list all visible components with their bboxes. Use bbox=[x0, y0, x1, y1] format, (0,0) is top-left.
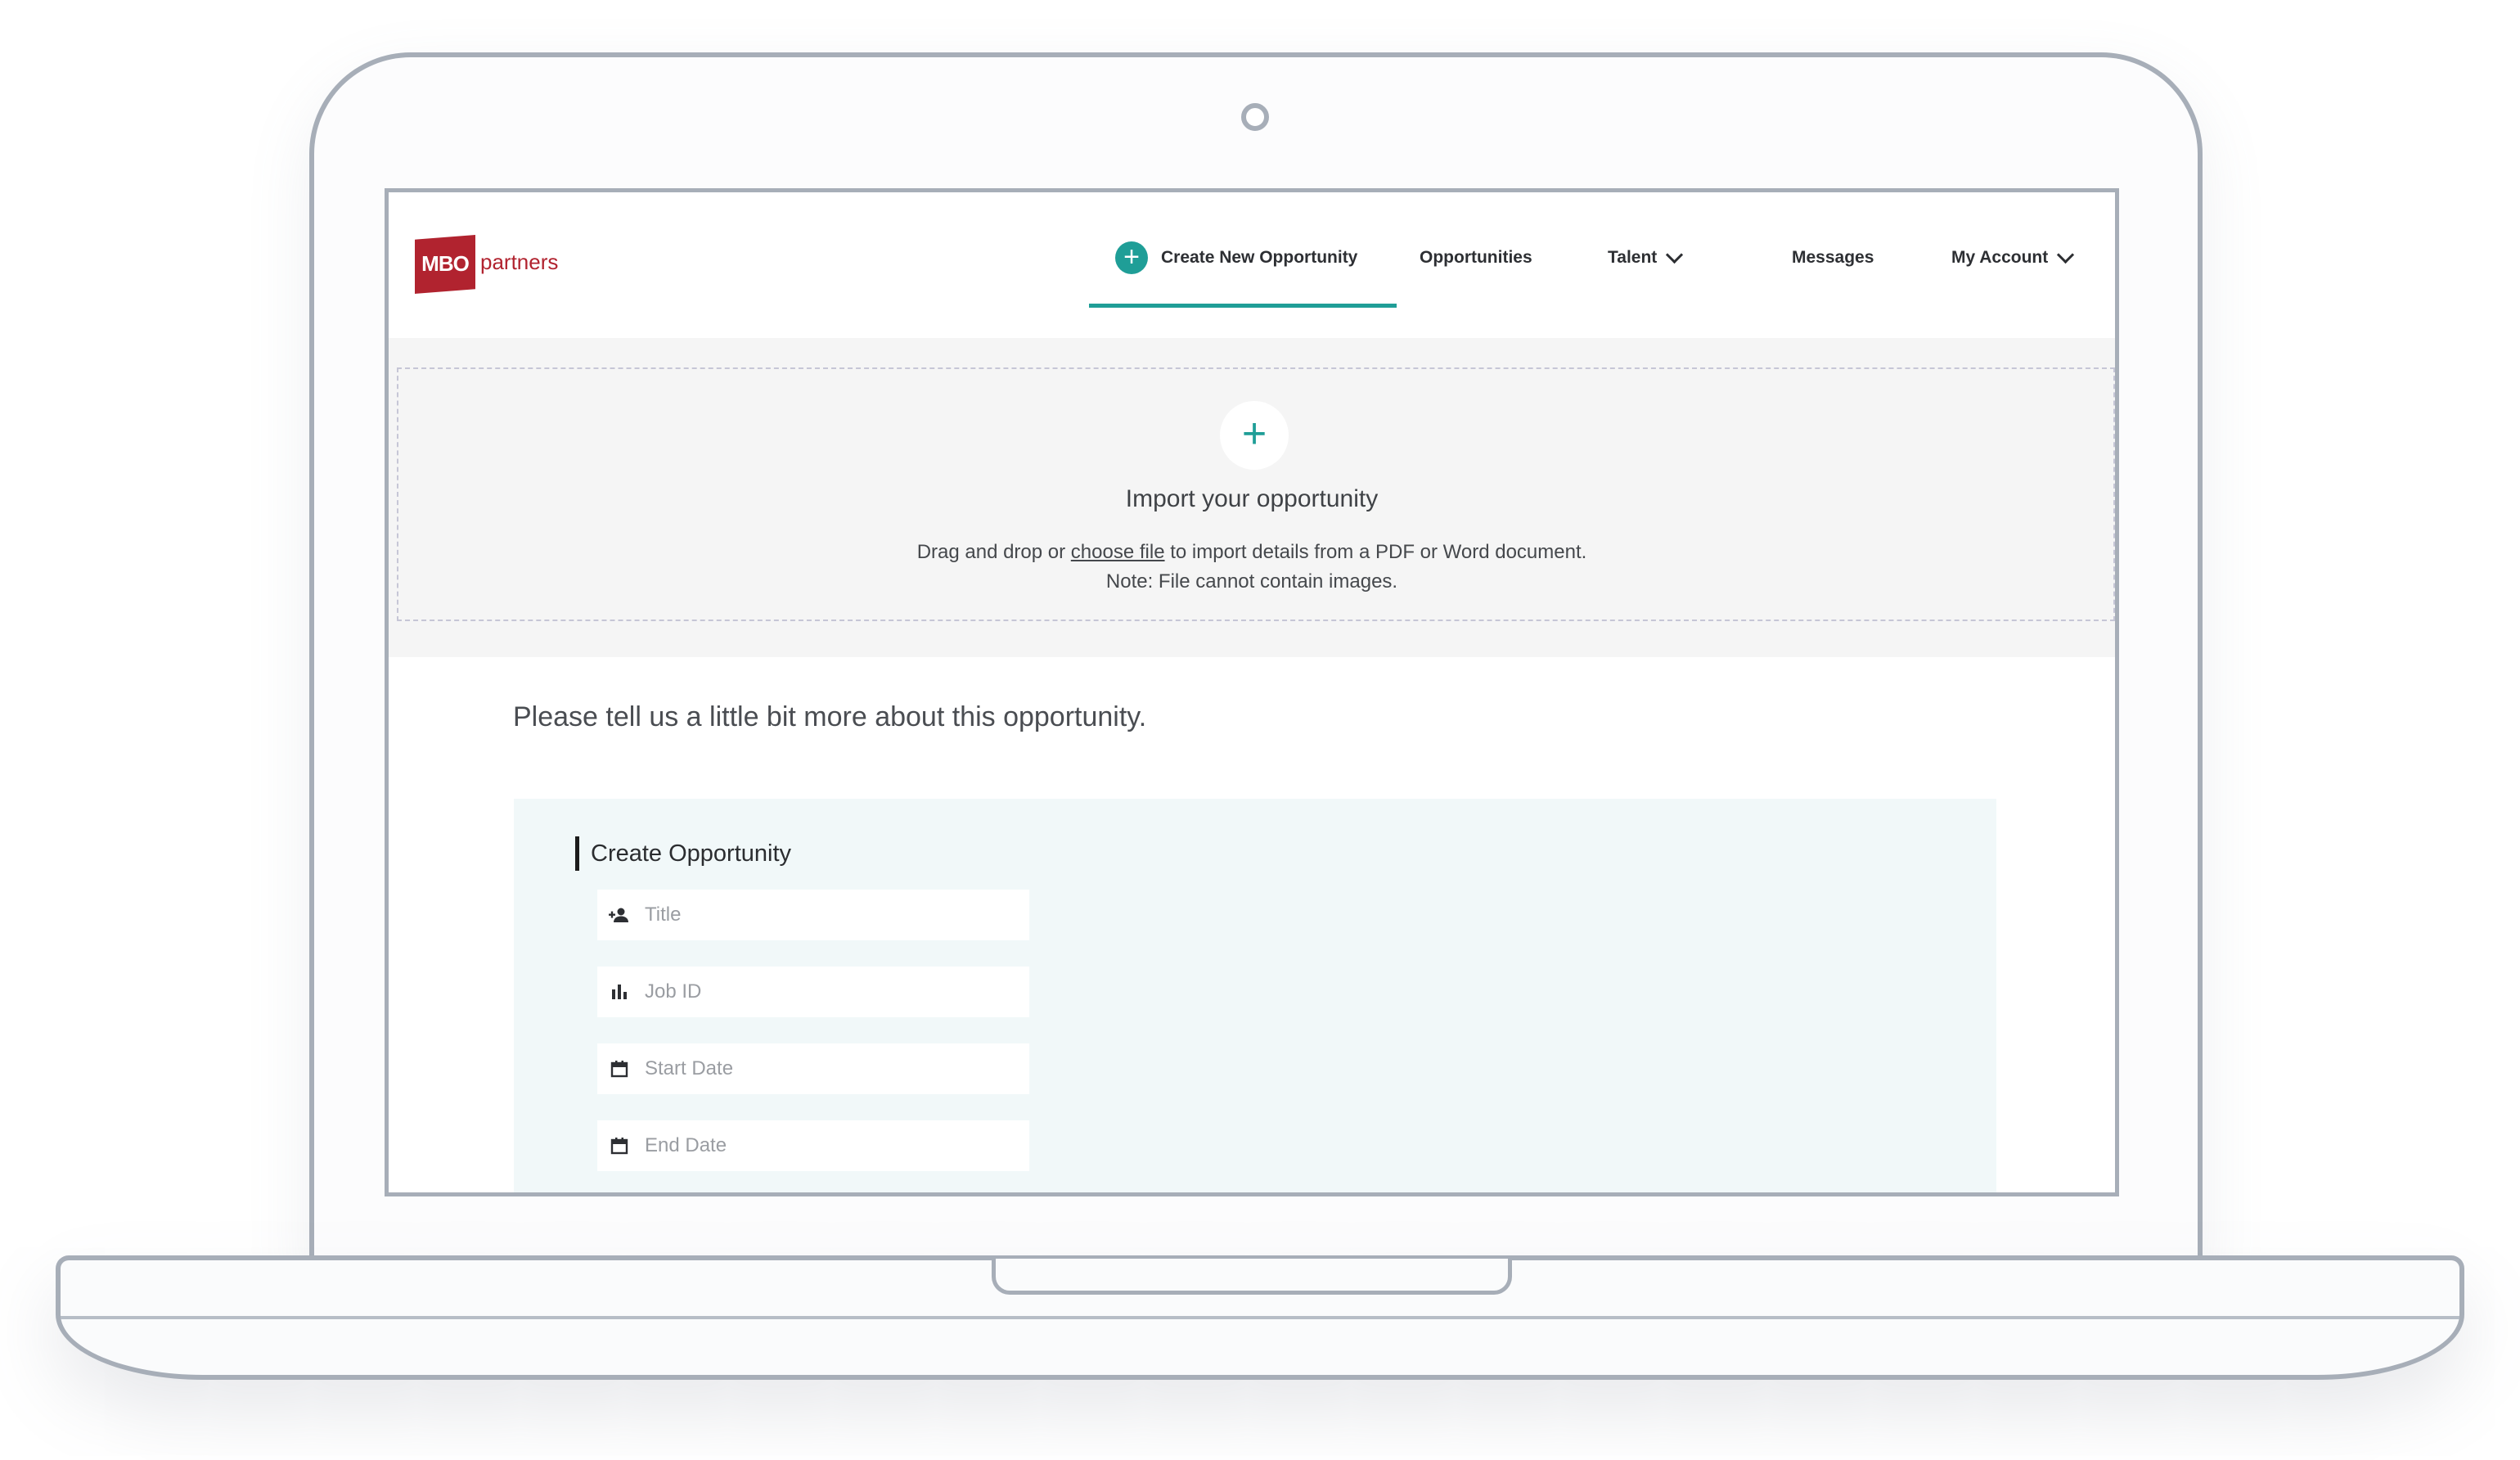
nav-messages[interactable]: Messages bbox=[1792, 232, 1874, 284]
camera-icon bbox=[1241, 103, 1269, 131]
nav-talent[interactable]: Talent bbox=[1608, 232, 1684, 284]
nav-opportunities[interactable]: Opportunities bbox=[1420, 232, 1532, 284]
import-instructions-prefix: Drag and drop or bbox=[916, 541, 1071, 563]
title-input[interactable] bbox=[643, 903, 1006, 927]
bar-chart-icon bbox=[609, 981, 630, 1003]
import-instructions: Drag and drop or choose file to import d… bbox=[389, 541, 2115, 564]
section-title: Create Opportunity bbox=[575, 836, 791, 871]
mbo-partners-logo[interactable]: MBO partners bbox=[415, 235, 595, 300]
calendar-icon bbox=[609, 1135, 630, 1156]
plus-circle-icon: + bbox=[1115, 241, 1148, 274]
laptop-notch bbox=[992, 1259, 1512, 1295]
nav-account-label: My Account bbox=[1951, 248, 2049, 267]
logo-word: partners bbox=[480, 250, 559, 274]
logo-mark: MBO bbox=[415, 235, 475, 294]
add-file-plus-icon[interactable]: + bbox=[1220, 401, 1289, 470]
nav-talent-label: Talent bbox=[1608, 248, 1658, 267]
page-prompt: Please tell us a little bit more about t… bbox=[513, 701, 1147, 732]
nav-messages-label: Messages bbox=[1792, 248, 1874, 267]
nav-opportunities-label: Opportunities bbox=[1420, 248, 1532, 267]
choose-file-link[interactable]: choose file bbox=[1071, 541, 1165, 563]
app-screen: MBO partners + Create New Opportunity Op… bbox=[385, 188, 2119, 1196]
nav-create-label: Create New Opportunity bbox=[1161, 248, 1358, 267]
calendar-icon bbox=[609, 1058, 630, 1079]
end-date-input[interactable] bbox=[643, 1133, 1006, 1158]
laptop-base-edge bbox=[61, 1316, 2459, 1319]
chevron-down-icon bbox=[2057, 246, 2075, 264]
start-date-field[interactable] bbox=[597, 1043, 1029, 1094]
nav-create-new-opportunity[interactable]: + Create New Opportunity bbox=[1115, 232, 1357, 284]
job-id-field[interactable] bbox=[597, 967, 1029, 1017]
person-add-icon bbox=[609, 904, 630, 926]
active-tab-indicator bbox=[1089, 304, 1397, 308]
nav-my-account[interactable]: My Account bbox=[1951, 232, 2075, 284]
import-note: Note: File cannot contain images. bbox=[1105, 570, 1398, 593]
import-title: Import your opportunity bbox=[1125, 485, 1379, 512]
title-field[interactable] bbox=[597, 890, 1029, 940]
start-date-input[interactable] bbox=[643, 1057, 1006, 1081]
import-instructions-suffix: to import details from a PDF or Word doc… bbox=[1164, 541, 1587, 563]
end-date-field[interactable] bbox=[597, 1120, 1029, 1171]
job-id-input[interactable] bbox=[643, 980, 1006, 1004]
chevron-down-icon bbox=[1666, 246, 1684, 264]
